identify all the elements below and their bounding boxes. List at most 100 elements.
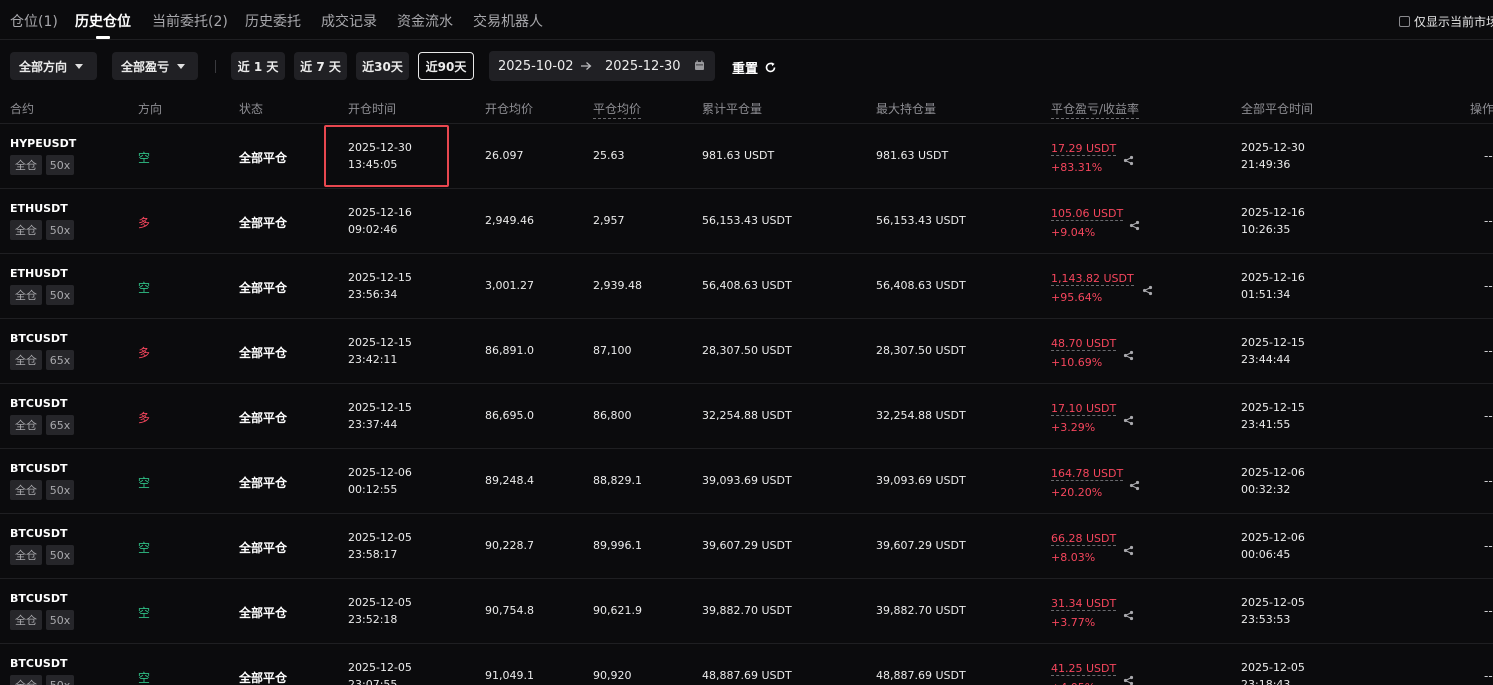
open-clock: 00:12:55	[348, 483, 398, 496]
col-pnl-roi[interactable]: 平仓盈亏/收益率	[1051, 100, 1140, 119]
contract-symbol[interactable]: BTCUSDT	[10, 462, 67, 475]
max-position: 39,607.29 USDT	[876, 539, 966, 552]
range-30d-button[interactable]: 近30天	[356, 52, 409, 80]
table-row: BTCUSDT 全仓 65x 多 全部平仓 2025-12-15 23:37:44 86,69…	[0, 384, 1493, 449]
action-cell[interactable]: --	[1484, 214, 1493, 228]
contract-symbol[interactable]: ETHUSDT	[10, 202, 68, 215]
pnl-cell: 48.70 USDT +10.69%	[1051, 334, 1117, 372]
date-from[interactable]: 2025-10-02	[498, 59, 574, 74]
tab-open-orders[interactable]: 当前委托(2)	[152, 11, 228, 31]
contract-symbol[interactable]: ETHUSDT	[10, 267, 68, 280]
share-icon[interactable]	[1129, 216, 1140, 231]
reset-button[interactable]: 重置	[732, 58, 777, 77]
calendar-icon[interactable]	[694, 60, 705, 71]
direction-dropdown[interactable]: 全部方向	[10, 52, 97, 80]
tab-order-history[interactable]: 历史委托	[245, 11, 301, 31]
range-7d-button[interactable]: 近 7 天	[294, 52, 347, 80]
contract-symbol[interactable]: BTCUSDT	[10, 527, 67, 540]
share-icon[interactable]	[1123, 606, 1134, 621]
share-icon[interactable]	[1123, 671, 1134, 685]
action-cell[interactable]: --	[1484, 474, 1493, 488]
action-cell[interactable]: --	[1484, 539, 1493, 553]
pnl-dropdown-label: 全部盈亏	[121, 59, 170, 74]
range-90d-button[interactable]: 近90天	[418, 52, 474, 80]
contract-symbol[interactable]: BTCUSDT	[10, 657, 67, 670]
close-time: 2025-12-06 00:32:32	[1241, 464, 1305, 498]
open-clock: 23:42:11	[348, 353, 398, 366]
leverage-tag: 50x	[46, 675, 74, 685]
share-icon[interactable]	[1129, 476, 1140, 491]
cumulative-closed: 39,607.29 USDT	[702, 539, 792, 552]
pnl-amount[interactable]: 41.25 USDT	[1051, 662, 1117, 676]
pnl-amount[interactable]: 17.29 USDT	[1051, 142, 1117, 156]
tab-trade-history[interactable]: 成交记录	[321, 11, 377, 31]
tab-positions[interactable]: 仓位(1)	[10, 11, 58, 31]
action-cell[interactable]: --	[1484, 604, 1493, 618]
range-1d-button[interactable]: 近 1 天	[231, 52, 285, 80]
pnl-amount[interactable]: 164.78 USDT	[1051, 467, 1124, 481]
margin-mode-tag: 全仓	[10, 220, 42, 240]
margin-mode-tag: 全仓	[10, 415, 42, 435]
pnl-amount[interactable]: 1,143.82 USDT	[1051, 272, 1134, 286]
pnl-cell: 164.78 USDT +20.20%	[1051, 464, 1124, 502]
share-icon[interactable]	[1123, 541, 1134, 556]
open-avg-price: 26.097	[485, 149, 524, 162]
contract-symbol[interactable]: BTCUSDT	[10, 332, 67, 345]
tab-trading-bots[interactable]: 交易机器人	[473, 11, 543, 31]
date-to[interactable]: 2025-12-30	[605, 59, 681, 74]
action-cell[interactable]: --	[1484, 344, 1493, 358]
roi-percent: +10.69%	[1051, 356, 1103, 369]
caret-down-icon	[177, 63, 186, 69]
col-close-avg[interactable]: 平仓均价	[593, 100, 642, 119]
date-range-picker[interactable]: 2025-10-02 2025-12-30	[489, 51, 715, 81]
direction-label: 空	[138, 671, 151, 685]
close-avg-price: 90,621.9	[593, 604, 642, 617]
open-clock: 23:37:44	[348, 418, 398, 431]
open-avg-price: 2,949.46	[485, 214, 534, 227]
open-time: 2025-12-30 13:45:05	[348, 139, 412, 173]
col-contract: 合约	[10, 102, 35, 116]
share-icon[interactable]	[1123, 346, 1134, 361]
pnl-amount[interactable]: 66.28 USDT	[1051, 532, 1117, 546]
pnl-amount[interactable]: 48.70 USDT	[1051, 337, 1117, 351]
only-current-market-toggle[interactable]: 仅显示当前市场	[1399, 13, 1493, 30]
pnl-amount[interactable]: 31.34 USDT	[1051, 597, 1117, 611]
open-date: 2025-12-30	[348, 141, 412, 154]
tab-position-history[interactable]: 历史仓位	[75, 11, 131, 31]
max-position: 28,307.50 USDT	[876, 344, 966, 357]
action-cell[interactable]: --	[1484, 279, 1493, 293]
pnl-dropdown[interactable]: 全部盈亏	[112, 52, 198, 80]
pnl-cell: 41.25 USDT +4.05%	[1051, 659, 1117, 685]
open-clock: 13:45:05	[348, 158, 398, 171]
only-current-checkbox[interactable]	[1399, 16, 1410, 27]
open-time: 2025-12-05 23:58:17	[348, 529, 412, 563]
open-time: 2025-12-05 23:52:18	[348, 594, 412, 628]
leverage-tag: 65x	[46, 350, 74, 370]
roi-percent: +20.20%	[1051, 486, 1103, 499]
status-label: 全部平仓	[239, 281, 288, 295]
share-icon[interactable]	[1123, 151, 1134, 166]
close-date: 2025-12-05	[1241, 661, 1305, 674]
pnl-amount[interactable]: 105.06 USDT	[1051, 207, 1124, 221]
close-date: 2025-12-16	[1241, 271, 1305, 284]
contract-symbol[interactable]: BTCUSDT	[10, 397, 67, 410]
share-icon[interactable]	[1123, 411, 1134, 426]
action-cell[interactable]: --	[1484, 669, 1493, 683]
share-icon[interactable]	[1142, 281, 1153, 296]
reset-label: 重置	[732, 62, 759, 77]
roi-percent: +9.04%	[1051, 226, 1096, 239]
close-clock: 10:26:35	[1241, 223, 1291, 236]
open-avg-price: 91,049.1	[485, 669, 534, 682]
table-row: BTCUSDT 全仓 65x 多 全部平仓 2025-12-15 23:42:11 86,89…	[0, 319, 1493, 384]
contract-symbol[interactable]: HYPEUSDT	[10, 137, 76, 150]
pnl-amount[interactable]: 17.10 USDT	[1051, 402, 1117, 416]
close-date: 2025-12-06	[1241, 531, 1305, 544]
pnl-cell: 1,143.82 USDT +95.64%	[1051, 269, 1134, 307]
tab-fund-flow[interactable]: 资金流水	[397, 11, 453, 31]
action-cell[interactable]: --	[1484, 409, 1493, 423]
direction-label: 空	[138, 151, 151, 165]
table-row: BTCUSDT 全仓 50x 空 全部平仓 2025-12-05 23:58:17 90,22…	[0, 514, 1493, 579]
action-cell[interactable]: --	[1484, 149, 1493, 163]
contract-symbol[interactable]: BTCUSDT	[10, 592, 67, 605]
close-avg-price: 88,829.1	[593, 474, 642, 487]
